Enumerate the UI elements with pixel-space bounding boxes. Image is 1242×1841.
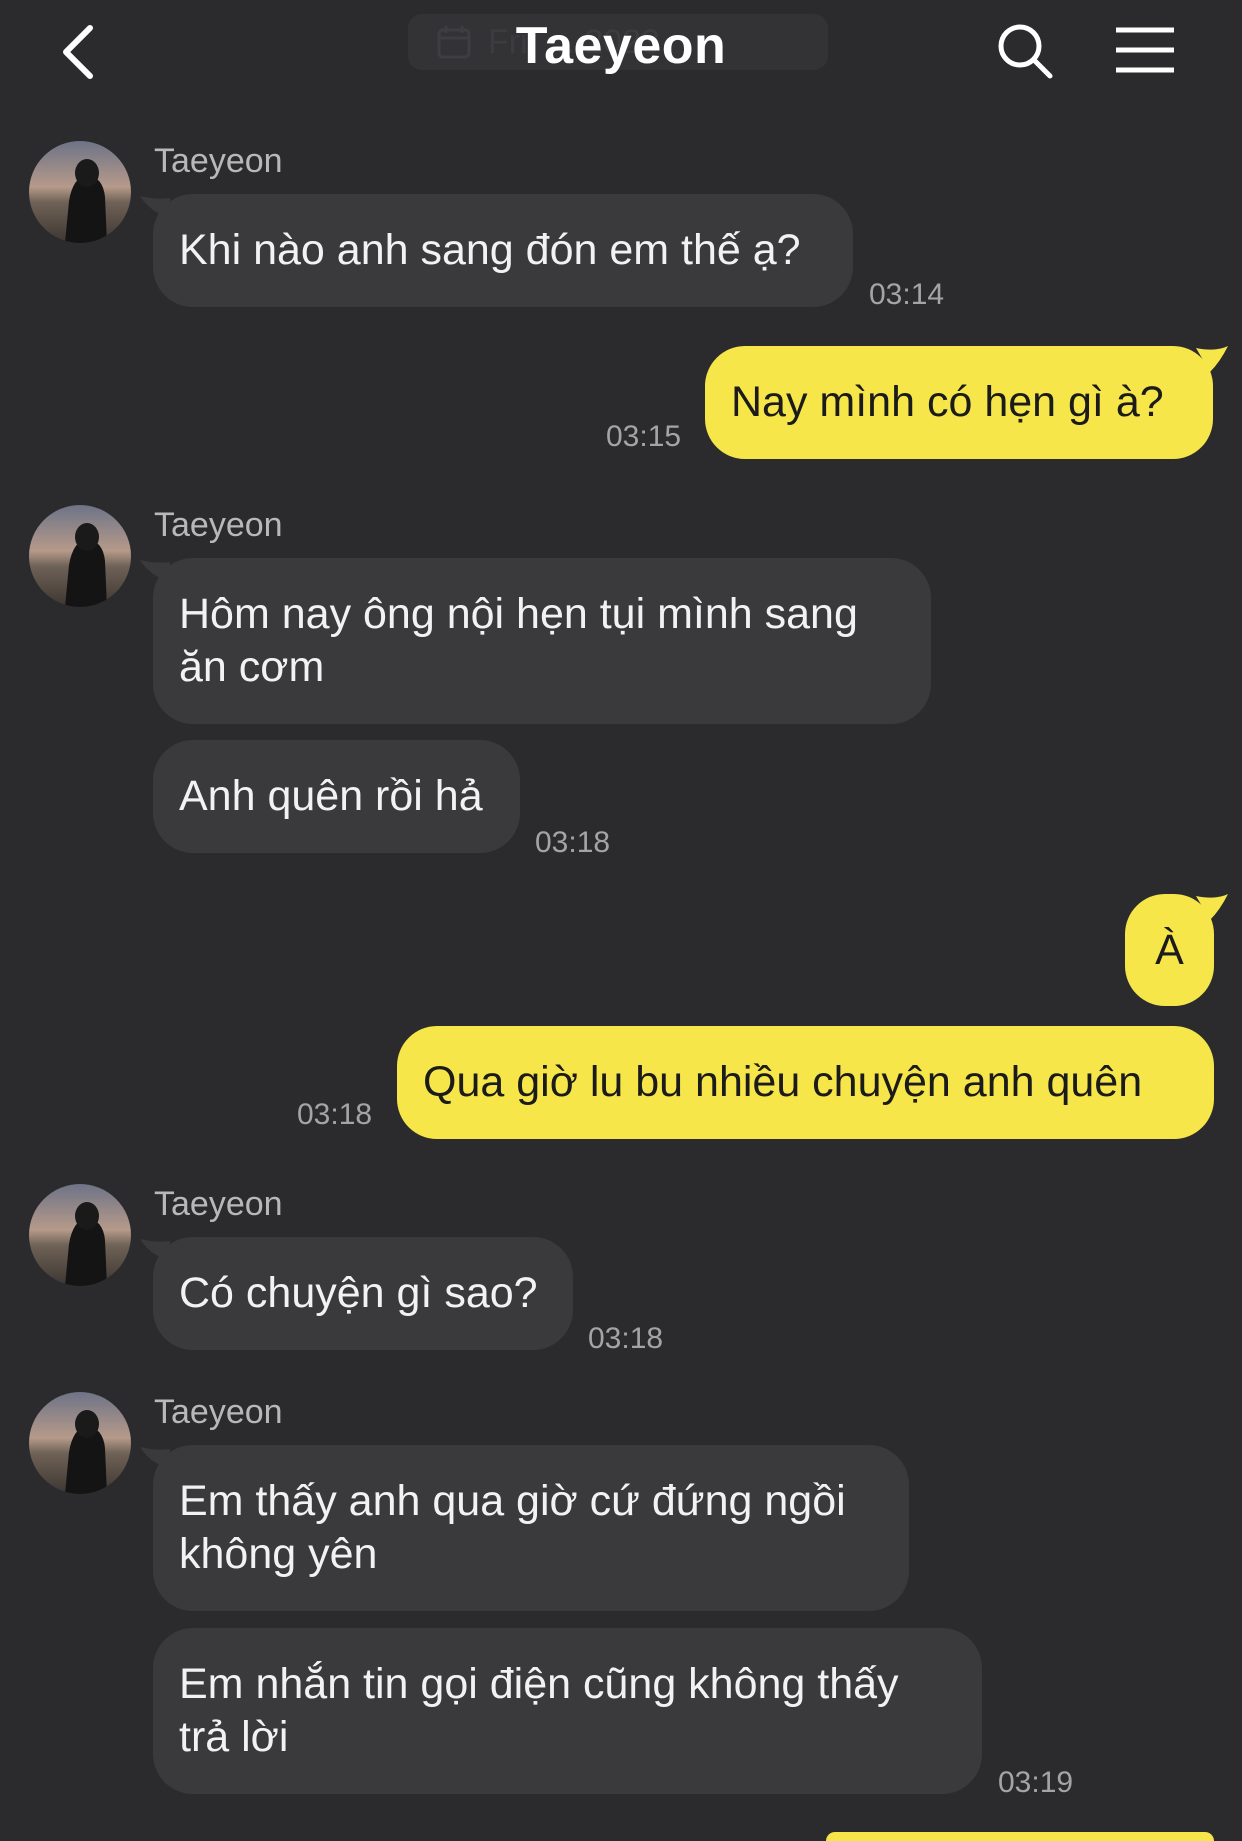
bubble-tail [1196,346,1228,372]
incoming-message[interactable]: Em thấy anh qua giờ cứ đứng ngồi không y… [153,1445,909,1611]
outgoing-message-partial[interactable] [826,1832,1214,1841]
outgoing-message[interactable]: Nay mình có hẹn gì à? [705,346,1213,459]
message-time: 03:18 [297,1098,373,1131]
sender-name: Taeyeon [154,1393,283,1431]
message-time: 03:15 [606,420,682,453]
avatar[interactable] [29,141,131,243]
incoming-message[interactable]: Em nhắn tin gọi điện cũng không thấy trả… [153,1628,982,1794]
avatar[interactable] [29,1392,131,1494]
search-icon[interactable] [996,22,1054,80]
incoming-message[interactable]: Anh quên rồi hả [153,740,520,853]
sender-name: Taeyeon [154,506,283,544]
chat-title: Taeyeon [515,17,727,75]
incoming-message[interactable]: Có chuyện gì sao? [153,1237,573,1350]
chat-header: Fri, ... 2023 Taeyeon [0,0,1242,104]
menu-icon[interactable] [1114,26,1176,74]
sender-name: Taeyeon [154,1185,283,1223]
message-time: 03:19 [998,1766,1074,1799]
sender-name: Taeyeon [154,142,283,180]
message-time: 03:18 [588,1322,664,1355]
incoming-message[interactable]: Hôm nay ông nội hẹn tụi mình sang ăn cơm [153,558,931,724]
message-time: 03:14 [869,278,945,311]
avatar[interactable] [29,505,131,607]
bubble-tail [1196,894,1228,920]
outgoing-message[interactable]: Qua giờ lu bu nhiều chuyện anh quên [397,1026,1214,1139]
message-time: 03:18 [535,826,611,859]
avatar[interactable] [29,1184,131,1286]
incoming-message[interactable]: Khi nào anh sang đón em thế ạ? [153,194,853,307]
